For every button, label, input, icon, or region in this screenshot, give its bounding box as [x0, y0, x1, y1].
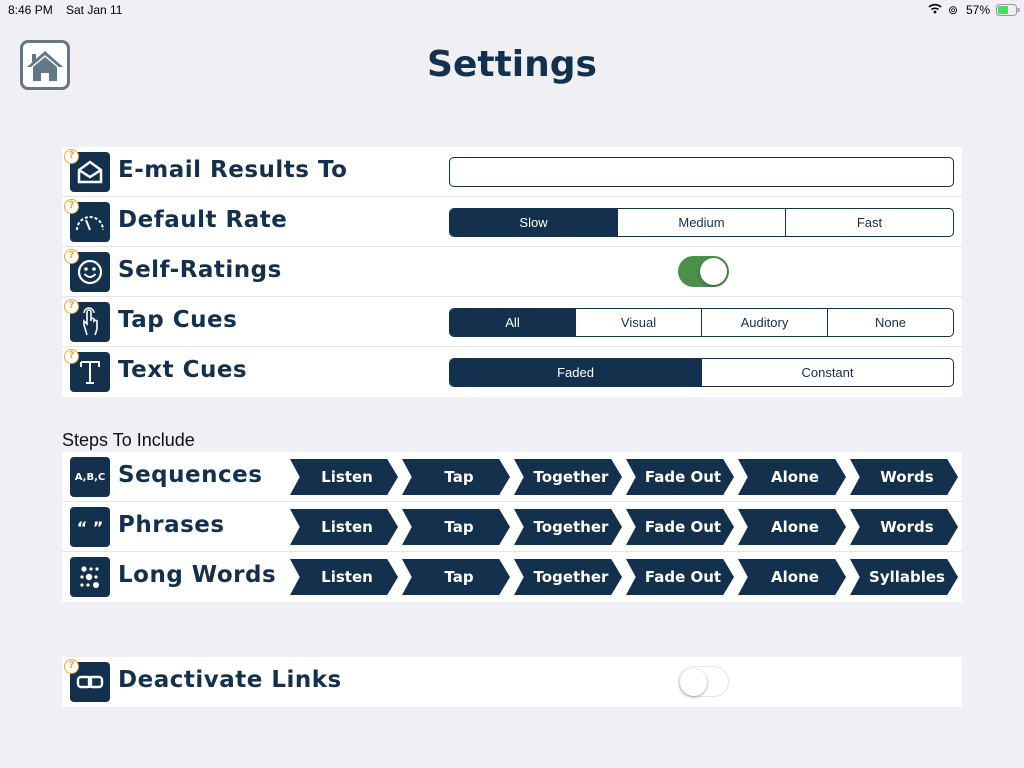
steps-row-label: Sequences	[118, 462, 263, 488]
segment-none[interactable]: None	[827, 309, 953, 336]
help-icon[interactable]: ?	[64, 299, 79, 314]
steps-row-sequences: A,B,C Sequences Listen Tap Together Fade Out A…	[62, 452, 962, 502]
step-alone-button[interactable]: Alone	[738, 559, 846, 595]
battery-percent: 57%	[966, 3, 991, 17]
steps-section-title: Steps To Include	[62, 430, 195, 450]
segment-constant[interactable]: Constant	[701, 359, 953, 386]
battery-icon	[996, 4, 1020, 19]
help-icon[interactable]: ?	[64, 659, 79, 674]
step-alone-button[interactable]: Alone	[738, 509, 846, 545]
segment-auditory[interactable]: Auditory	[701, 309, 827, 336]
step-fade-out-button[interactable]: Fade Out	[626, 559, 734, 595]
steps-row-label: Phrases	[118, 512, 225, 538]
segment-slow[interactable]: Slow	[450, 209, 617, 236]
steps-row-long-words: Long Words Listen Tap Together Fade Out Alone…	[62, 552, 962, 602]
segment-visual[interactable]: Visual	[575, 309, 701, 336]
icon-glyph: A,B,C	[74, 471, 106, 483]
rate-segmented-control: Slow Medium Fast	[449, 208, 954, 237]
step-chevrons: Listen Tap Together Fade Out Alone Syllables	[290, 559, 958, 595]
toggle-knob[interactable]	[700, 258, 727, 285]
status-date: Sat Jan 11	[66, 3, 123, 17]
self-ratings-toggle[interactable]	[678, 256, 729, 287]
step-together-button[interactable]: Together	[514, 459, 622, 495]
segment-medium[interactable]: Medium	[617, 209, 785, 236]
rotation-lock-icon: ⊚	[948, 3, 959, 17]
step-words-button[interactable]: Words	[850, 459, 958, 495]
step-listen-button[interactable]: Listen	[290, 459, 398, 495]
email-label: E-mail Results To	[118, 157, 348, 183]
step-tap-button[interactable]: Tap	[402, 559, 510, 595]
icon-glyph: “ ”	[76, 517, 104, 537]
help-icon[interactable]: ?	[64, 349, 79, 364]
tap-cues-label: Tap Cues	[118, 307, 238, 333]
step-together-button[interactable]: Together	[514, 509, 622, 545]
text-cues-label: Text Cues	[118, 357, 248, 383]
rate-row: ? Default Rate Slow Medium Fast	[62, 197, 962, 247]
segment-fast[interactable]: Fast	[785, 209, 953, 236]
email-input[interactable]	[449, 157, 954, 187]
segment-faded[interactable]: Faded	[450, 359, 701, 386]
tap-cues-segmented-control: All Visual Auditory None	[449, 308, 954, 337]
quotes-icon: “ ”	[70, 507, 110, 547]
text-cues-row: ? Text Cues Faded Constant	[62, 347, 962, 397]
email-row: ? E-mail Results To	[62, 147, 962, 197]
step-fade-out-button[interactable]: Fade Out	[626, 459, 734, 495]
rate-label: Default Rate	[118, 207, 288, 233]
help-icon[interactable]: ?	[64, 149, 79, 164]
steps-row-phrases: “ ” Phrases Listen Tap Together Fade Out Alone…	[62, 502, 962, 552]
tap-cues-row: ? Tap Cues All Visual Auditory None	[62, 297, 962, 347]
step-words-button[interactable]: Words	[850, 509, 958, 545]
help-icon[interactable]: ?	[64, 249, 79, 264]
help-icon[interactable]: ?	[64, 199, 79, 214]
steps-group: A,B,C Sequences Listen Tap Together Fade Out A…	[62, 452, 962, 602]
deactivate-links-label: Deactivate Links	[118, 667, 342, 693]
settings-group: ? E-mail Results To ? Default Rate Slow M…	[62, 147, 962, 397]
text-cues-segmented-control: Faded Constant	[449, 358, 954, 387]
deactivate-links-toggle[interactable]	[678, 666, 729, 697]
toggle-knob[interactable]	[680, 669, 707, 696]
step-syllables-button[interactable]: Syllables	[850, 559, 958, 595]
abc-icon: A,B,C	[70, 457, 110, 497]
self-ratings-label: Self-Ratings	[118, 257, 282, 283]
step-tap-button[interactable]: Tap	[402, 509, 510, 545]
step-alone-button[interactable]: Alone	[738, 459, 846, 495]
page-title: Settings	[427, 44, 597, 85]
step-listen-button[interactable]: Listen	[290, 509, 398, 545]
steps-row-label: Long Words	[118, 562, 277, 588]
wifi-icon	[928, 3, 942, 17]
step-chevrons: Listen Tap Together Fade Out Alone Words	[290, 509, 958, 545]
segment-all[interactable]: All	[450, 309, 575, 336]
step-tap-button[interactable]: Tap	[402, 459, 510, 495]
step-listen-button[interactable]: Listen	[290, 559, 398, 595]
deactivate-links-row: ? Deactivate Links	[62, 657, 962, 707]
self-ratings-row: ? Self-Ratings	[62, 247, 962, 297]
dots-icon	[70, 557, 110, 597]
step-fade-out-button[interactable]: Fade Out	[626, 509, 734, 545]
step-together-button[interactable]: Together	[514, 559, 622, 595]
status-time: 8:46 PM	[8, 3, 53, 17]
deactivate-group: ? Deactivate Links	[62, 657, 962, 707]
step-chevrons: Listen Tap Together Fade Out Alone Words	[290, 459, 958, 495]
